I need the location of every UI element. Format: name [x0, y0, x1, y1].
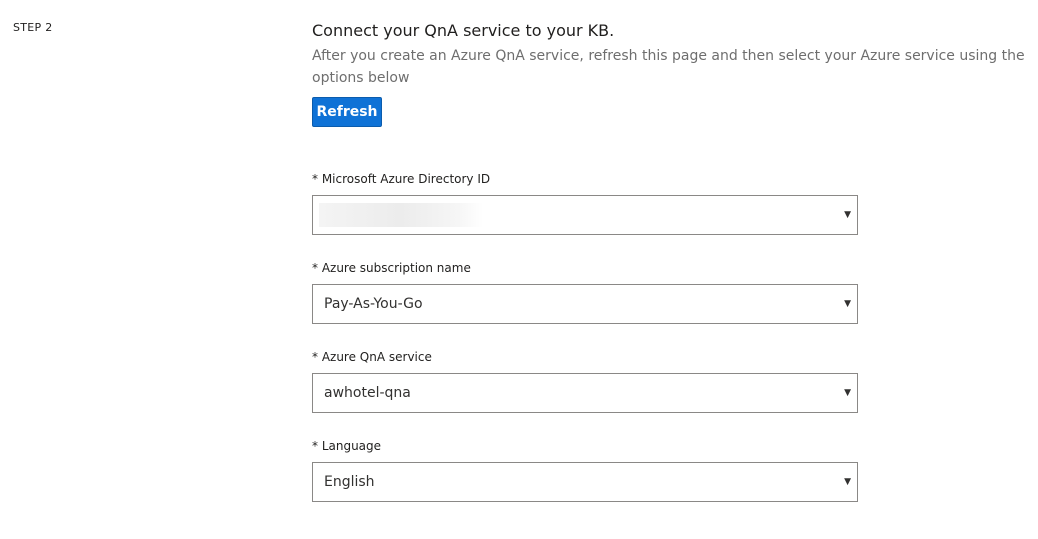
- language-label: * Language: [312, 439, 382, 453]
- directory-id-select[interactable]: ▼: [312, 195, 858, 235]
- redacted-value: [319, 203, 483, 227]
- chevron-down-icon: ▼: [844, 477, 851, 487]
- language-value: English: [324, 474, 375, 490]
- chevron-down-icon: ▼: [844, 299, 851, 309]
- chevron-down-icon: ▼: [844, 210, 851, 220]
- qna-service-value: awhotel-qna: [324, 385, 411, 401]
- subscription-label: * Azure subscription name: [312, 261, 471, 275]
- qna-service-select[interactable]: awhotel-qna ▼: [312, 373, 858, 413]
- page-description: After you create an Azure QnA service, r…: [312, 48, 1025, 86]
- qna-service-label: * Azure QnA service: [312, 350, 432, 364]
- directory-id-label: * Microsoft Azure Directory ID: [312, 172, 491, 186]
- page-title: Connect your QnA service to your KB.: [312, 21, 615, 40]
- language-select[interactable]: English ▼: [312, 462, 858, 502]
- chevron-down-icon: ▼: [844, 388, 851, 398]
- subscription-select[interactable]: Pay-As-You-Go ▼: [312, 284, 858, 324]
- subscription-value: Pay-As-You-Go: [324, 296, 423, 312]
- step-label: STEP 2: [13, 21, 53, 34]
- refresh-button[interactable]: Refresh: [312, 97, 382, 127]
